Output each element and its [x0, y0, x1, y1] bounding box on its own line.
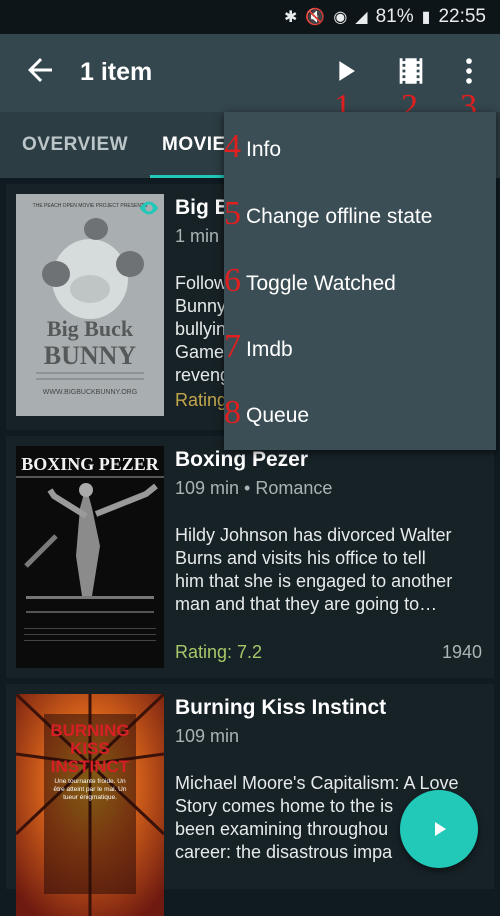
menu-item-label: Change offline state	[246, 205, 433, 228]
tab-overview[interactable]: OVERVIEW	[22, 134, 128, 156]
menu-item-label: Queue	[246, 404, 310, 427]
poster-title: KISS	[70, 739, 110, 758]
app-bar: 1 item 1 2 3	[0, 34, 500, 125]
menu-item-change-offline-state[interactable]: 5 Change offline state	[224, 185, 496, 251]
movie-card[interactable]: BOXING PEZER Boxing Pezer 109 min • Roma…	[6, 436, 494, 678]
poster-title: Big Buck	[47, 316, 134, 341]
movie-title: Boxing Pezer	[175, 448, 309, 471]
movie-meta: 109 min	[175, 726, 240, 746]
description-line: Burns and visits his office to tell	[175, 548, 426, 568]
description-line: Hildy Johnson has divorced Walter	[175, 525, 452, 545]
annotation-number: 4	[224, 128, 241, 165]
film-icon[interactable]	[394, 54, 428, 88]
battery-level: 81%	[375, 6, 414, 27]
tab-indicator	[150, 175, 228, 178]
poster-top-text: THE PEACH OPEN MOVIE PROJECT PRESENTS	[33, 203, 148, 209]
poster-title: BOXING PEZER	[21, 454, 160, 474]
poster-image: BURNING KISS INSTINCT Une tournante froi…	[16, 694, 164, 916]
description-line: him that she is engaged to another	[175, 571, 453, 591]
poster-title: BURNING	[50, 721, 129, 740]
back-arrow-icon[interactable]	[22, 52, 58, 88]
page-title: 1 item	[80, 58, 153, 86]
poster-image: THE PEACH OPEN MOVIE PROJECT PRESENTS Bi…	[16, 194, 164, 416]
play-fab-button[interactable]	[400, 790, 478, 868]
menu-item-label: Imdb	[246, 338, 293, 361]
signal-icon: ◢	[355, 9, 368, 26]
movie-title: Burning Kiss Instinct	[175, 696, 387, 719]
more-vert-icon[interactable]	[452, 54, 486, 88]
poster-title: BUNNY	[44, 341, 137, 370]
menu-item-info[interactable]: 4 Info	[224, 118, 496, 184]
poster-tagline: Une tournante froide. Un être atteint pa…	[53, 778, 127, 801]
status-bar: ✱ 🔇 ◉ ◢ 81% ▮ 22:55	[0, 0, 500, 34]
movie-meta: 1 min	[175, 226, 220, 246]
menu-item-label: Toggle Watched	[246, 272, 396, 295]
bluetooth-icon: ✱	[284, 9, 298, 26]
movie-description: Hildy Johnson has divorced Walter Burns …	[175, 524, 485, 616]
description-line: man and that they are going to…	[175, 594, 438, 614]
annotation-number: 8	[224, 394, 241, 431]
annotation-number: 6	[224, 262, 241, 299]
movie-rating: Rating: 7.2	[175, 642, 263, 662]
poster-title: INSTINCT	[51, 757, 130, 776]
annotation-number: 7	[224, 328, 241, 365]
menu-item-label: Info	[246, 138, 282, 161]
mute-icon: 🔇	[305, 9, 326, 26]
play-icon[interactable]	[328, 54, 362, 88]
battery-icon: ▮	[421, 9, 431, 26]
watched-eye-icon	[139, 201, 159, 215]
overflow-menu: 4 Info 5 Change offline state 6 Toggle W…	[224, 112, 496, 450]
poster-url: WWW.BIGBUCKBUNNY.ORG	[43, 389, 137, 396]
movie-meta: 109 min • Romance	[175, 478, 333, 498]
play-icon	[435, 822, 446, 836]
wifi-icon: ◉	[333, 9, 348, 26]
menu-item-queue[interactable]: 8 Queue	[224, 384, 496, 450]
menu-item-imdb[interactable]: 7 Imdb	[224, 318, 496, 384]
clock: 22:55	[438, 6, 486, 27]
annotation-number: 5	[224, 195, 241, 232]
movie-year: 1940	[441, 642, 482, 662]
poster-image: BOXING PEZER	[16, 446, 164, 668]
menu-item-toggle-watched[interactable]: 6 Toggle Watched	[224, 252, 496, 318]
